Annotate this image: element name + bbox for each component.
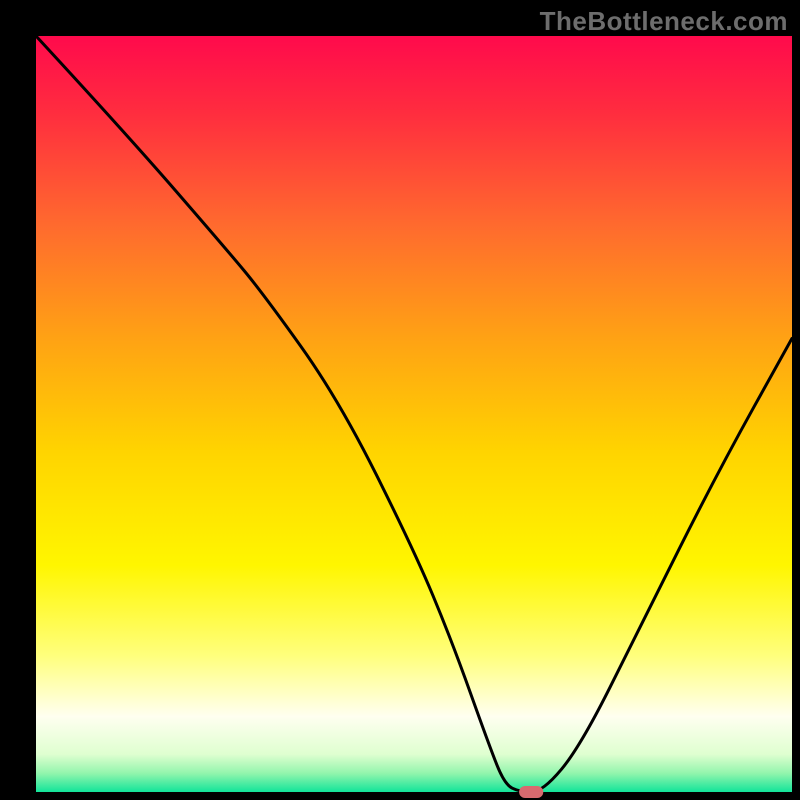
bottleneck-chart: TheBottleneck.com <box>0 0 800 800</box>
gradient-background <box>36 36 792 792</box>
optimum-marker <box>519 786 543 798</box>
chart-svg <box>0 0 800 800</box>
watermark-text: TheBottleneck.com <box>540 6 788 37</box>
